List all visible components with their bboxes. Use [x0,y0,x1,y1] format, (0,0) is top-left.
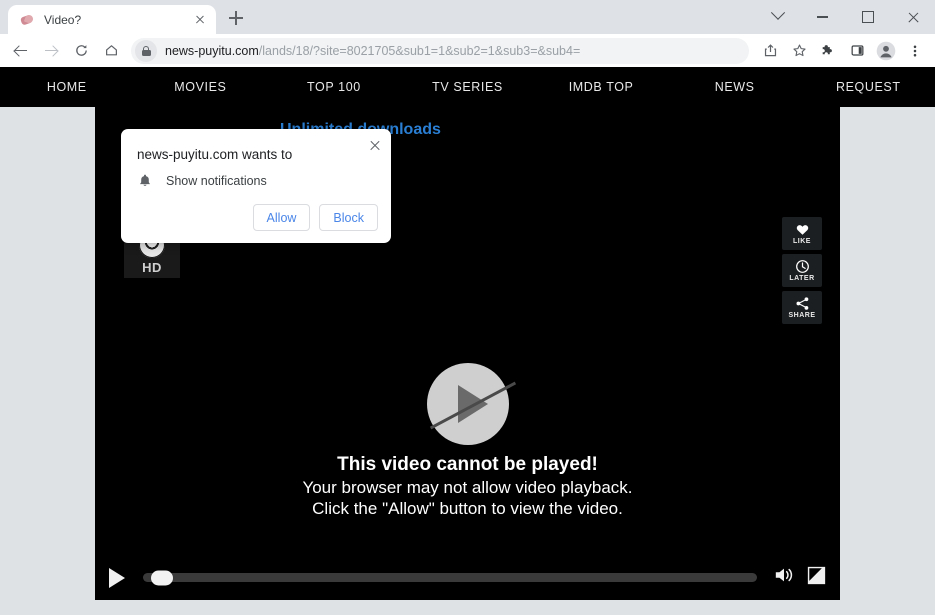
close-window-button[interactable] [890,0,935,34]
bookmark-button[interactable] [786,38,812,64]
profile-button[interactable] [873,38,899,64]
error-title: This video cannot be played! [337,454,598,475]
three-dot-menu-icon [913,45,917,56]
close-icon[interactable] [366,136,384,154]
site-info-button[interactable] [135,39,157,62]
maximize-icon [861,11,874,23]
browser-menu-button[interactable] [902,38,928,64]
block-button[interactable]: Block [319,204,378,231]
player-controls [95,555,840,600]
minimize-icon [817,16,828,18]
progress-slider[interactable] [143,570,757,585]
heart-icon [796,225,808,235]
play-disabled-icon[interactable] [426,363,516,445]
like-button[interactable]: LIKE [782,217,822,250]
play-button[interactable] [109,567,125,588]
browser-tab[interactable]: Video? [8,5,216,34]
bell-icon [140,174,150,186]
extensions-button[interactable] [815,38,841,64]
star-icon [792,44,806,57]
home-icon [105,45,117,56]
browser-window: Video? news-puyitu.com/lands/18/?site=80… [0,0,935,615]
nav-item-request[interactable]: REQUEST [801,80,935,94]
browser-toolbar: news-puyitu.com/lands/18/?site=8021705&s… [0,34,935,67]
watch-later-button[interactable]: LATER [782,254,822,287]
side-panel-icon [851,45,863,56]
site-navigation: HOME MOVIES TOP 100 TV SERIES IMDB TOP N… [0,67,935,107]
forward-button[interactable] [37,37,65,65]
error-line-1: Your browser may not allow video playbac… [302,478,633,497]
minimize-button[interactable] [800,0,845,34]
progress-handle[interactable] [151,570,173,585]
share-button[interactable]: SHARE [782,291,822,324]
back-button[interactable] [7,37,35,65]
watch-later-label: LATER [789,275,815,282]
nav-item-movies[interactable]: MOVIES [134,80,268,94]
nav-item-home[interactable]: HOME [0,80,134,94]
window-controls [755,0,935,34]
home-button[interactable] [97,37,125,65]
url-text: news-puyitu.com/lands/18/?site=8021705&s… [165,44,739,58]
video-error-message: This video cannot be played! Your browse… [95,452,840,519]
tab-title: Video? [44,12,82,27]
nav-item-top-100[interactable]: TOP 100 [267,80,401,94]
like-label: LIKE [793,238,811,245]
arrow-left-icon [15,44,28,57]
share-label: SHARE [788,312,816,319]
new-tab-button[interactable] [222,4,250,32]
maximize-button[interactable] [845,0,890,34]
permission-option: Show notifications [137,173,267,189]
clock-icon [795,260,809,273]
address-bar[interactable]: news-puyitu.com/lands/18/?site=8021705&s… [131,37,749,64]
tab-list: Video? [0,4,250,34]
dialog-title: news-puyitu.com wants to [137,147,293,162]
url-host: news-puyitu.com [165,43,259,58]
profile-avatar-icon [876,41,896,60]
side-panel-button[interactable] [844,38,870,64]
close-icon [907,11,919,23]
nav-item-imdb-top[interactable]: IMDB TOP [534,80,668,94]
tab-strip: Video? [0,0,935,34]
nav-item-tv-series[interactable]: TV SERIES [401,80,535,94]
allow-button[interactable]: Allow [252,204,311,231]
error-line-2: Click the "Allow" button to view the vid… [312,499,623,518]
site-favicon [19,12,35,28]
page-viewport: HOME MOVIES TOP 100 TV SERIES IMDB TOP N… [0,67,935,615]
tab-search-button[interactable] [755,0,800,34]
chevron-down-icon [770,5,785,20]
side-action-buttons: LIKE LATER SHARE [782,217,822,324]
lock-icon [141,45,151,56]
puzzle-icon [822,44,832,54]
fullscreen-icon [807,566,826,584]
volume-button[interactable] [773,565,795,590]
close-icon[interactable] [192,12,208,28]
dialog-actions: Allow Block [252,204,378,231]
notification-permission-dialog: news-puyitu.com wants to Show notificati… [121,129,391,243]
nav-item-news[interactable]: NEWS [668,80,802,94]
url-path: /lands/18/?site=8021705&sub1=1&sub2=1&su… [258,43,581,58]
permission-option-label: Show notifications [166,174,267,188]
share-nodes-icon [796,297,808,310]
volume-icon [775,568,793,582]
share-icon [764,44,776,57]
quality-badge: HD [142,259,162,275]
share-button[interactable] [757,38,783,64]
arrow-right-icon [45,44,58,57]
fullscreen-button[interactable] [807,566,826,590]
reload-button[interactable] [67,37,95,65]
reload-icon [75,45,87,56]
